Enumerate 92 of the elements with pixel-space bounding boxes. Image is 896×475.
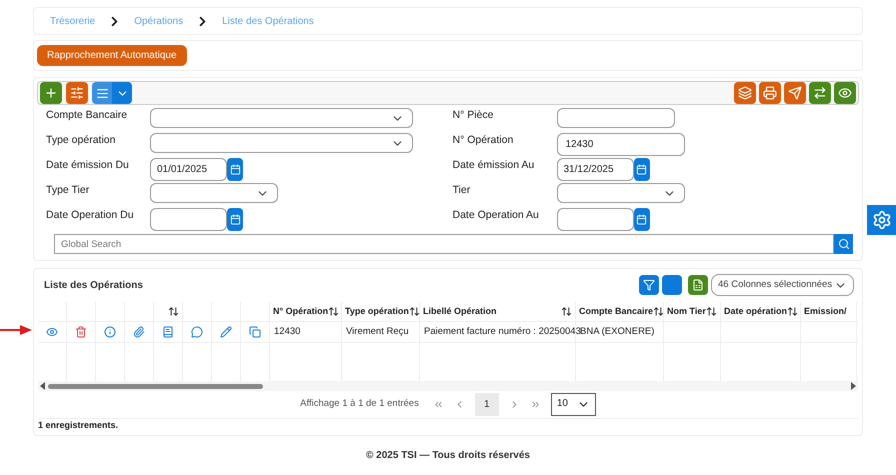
transfer-button[interactable] (809, 82, 831, 104)
column-header[interactable]: Type opération (345, 304, 409, 318)
table-cell-text: Paiement facture numéro : 20250043 (424, 324, 581, 339)
select-field[interactable] (150, 183, 278, 203)
layers-button[interactable] (734, 82, 756, 104)
columns-select[interactable]: 46 Colonnes sélectionnées (711, 274, 854, 296)
info-icon[interactable] (104, 326, 116, 338)
date-field[interactable] (150, 208, 227, 231)
table-title: Liste des Opérations (44, 278, 143, 292)
eye-icon[interactable] (46, 326, 58, 338)
calendar-icon (230, 214, 240, 225)
field-label: Type Tier (46, 183, 90, 198)
settings-button[interactable] (867, 205, 896, 235)
print-button[interactable] (759, 82, 781, 104)
sort-icon[interactable] (706, 306, 717, 317)
gear-icon (872, 210, 892, 230)
record-count: 1 enregistrements. (38, 419, 120, 432)
pagination-summary: Affichage 1 à 1 de 1 entrées (300, 397, 419, 412)
column-header[interactable]: N° Opération (273, 304, 328, 318)
field-label: N° Opération (452, 133, 514, 148)
calendar-icon (636, 214, 647, 225)
menu-icon (96, 86, 108, 100)
select-field[interactable] (150, 108, 413, 128)
column-header[interactable]: Libellé Opération (423, 304, 497, 318)
excel-button[interactable] (688, 275, 708, 295)
field-label: Date Operation Du (46, 208, 135, 223)
horizontal-scrollbar[interactable] (38, 381, 858, 391)
calendar-button[interactable] (227, 158, 243, 181)
sort-icon[interactable] (561, 306, 572, 317)
select-field[interactable] (150, 133, 413, 153)
blank-button[interactable] (662, 275, 682, 295)
calendar-button[interactable] (634, 208, 650, 231)
calendar-icon (636, 164, 647, 175)
sort-icon[interactable] (168, 306, 179, 317)
send-icon (788, 86, 802, 100)
column-header[interactable]: Nom Tier (667, 304, 706, 318)
filter-button[interactable] (639, 275, 659, 295)
search-field[interactable]: Global Search (54, 234, 834, 254)
settings-button[interactable] (66, 82, 88, 104)
sort-icon[interactable] (787, 306, 798, 317)
filter-icon (643, 279, 655, 291)
calendar-icon (230, 164, 240, 175)
field-label: Date émission Du (46, 158, 130, 173)
book-icon[interactable] (162, 326, 174, 338)
sort-icon[interactable] (653, 306, 664, 317)
date-field[interactable]: 01/01/2025 (150, 158, 227, 181)
copy-icon[interactable] (249, 326, 261, 338)
first-page-icon[interactable] (432, 399, 444, 410)
reconcile-button[interactable]: Rapprochement Automatique (37, 45, 187, 66)
view-button[interactable] (834, 82, 856, 104)
page-button[interactable]: 1 (474, 393, 499, 416)
text-field[interactable]: 12430 (556, 133, 684, 156)
field-label: Type opération (46, 133, 116, 148)
arrows-icon (813, 86, 827, 100)
printer-icon (763, 86, 777, 100)
arrow-icon (0, 324, 32, 336)
field-label: N° Pièce (452, 108, 494, 123)
text-field[interactable] (556, 108, 674, 128)
sort-icon[interactable] (408, 306, 420, 317)
layers-icon (738, 86, 752, 100)
column-header[interactable]: Emission/ (804, 304, 847, 318)
field-label: Date Operation Au (452, 208, 540, 223)
column-header[interactable]: Compte Bancaire (579, 304, 654, 318)
column-header[interactable]: Date opération (724, 304, 788, 318)
table-cell-text: 12430 (274, 324, 300, 339)
plus-icon (44, 86, 58, 100)
page-size-select[interactable]: 10 (550, 393, 596, 416)
eye-icon (838, 86, 852, 100)
sliders-icon (70, 86, 84, 100)
trash-icon[interactable] (75, 326, 87, 338)
menu-dropdown-button[interactable] (92, 82, 132, 104)
calendar-button[interactable] (634, 158, 650, 181)
date-field[interactable] (556, 208, 634, 231)
edit-icon[interactable] (220, 326, 232, 338)
paperclip-icon[interactable] (133, 326, 145, 338)
table-cell-text: BNA (EXONERE) (580, 324, 654, 339)
search-icon (838, 238, 850, 250)
send-button[interactable] (784, 82, 806, 104)
add-button[interactable] (40, 82, 62, 104)
field-label: Date émission Au (452, 158, 536, 173)
spreadsheet-icon (692, 279, 704, 291)
footer-text: © 2025 TSI — Tous droits réservés (366, 449, 530, 463)
sort-icon[interactable] (328, 306, 340, 317)
field-label: Tier (452, 183, 472, 198)
date-field[interactable]: 31/12/2025 (556, 158, 634, 181)
last-page-icon[interactable] (530, 399, 541, 410)
comment-icon[interactable] (191, 326, 203, 338)
calendar-button[interactable] (227, 208, 243, 231)
search-button[interactable] (834, 234, 853, 254)
table-cell-text: Virement Reçu (346, 324, 409, 339)
field-label: Compte Bancaire (46, 108, 128, 123)
select-field[interactable] (556, 183, 684, 203)
